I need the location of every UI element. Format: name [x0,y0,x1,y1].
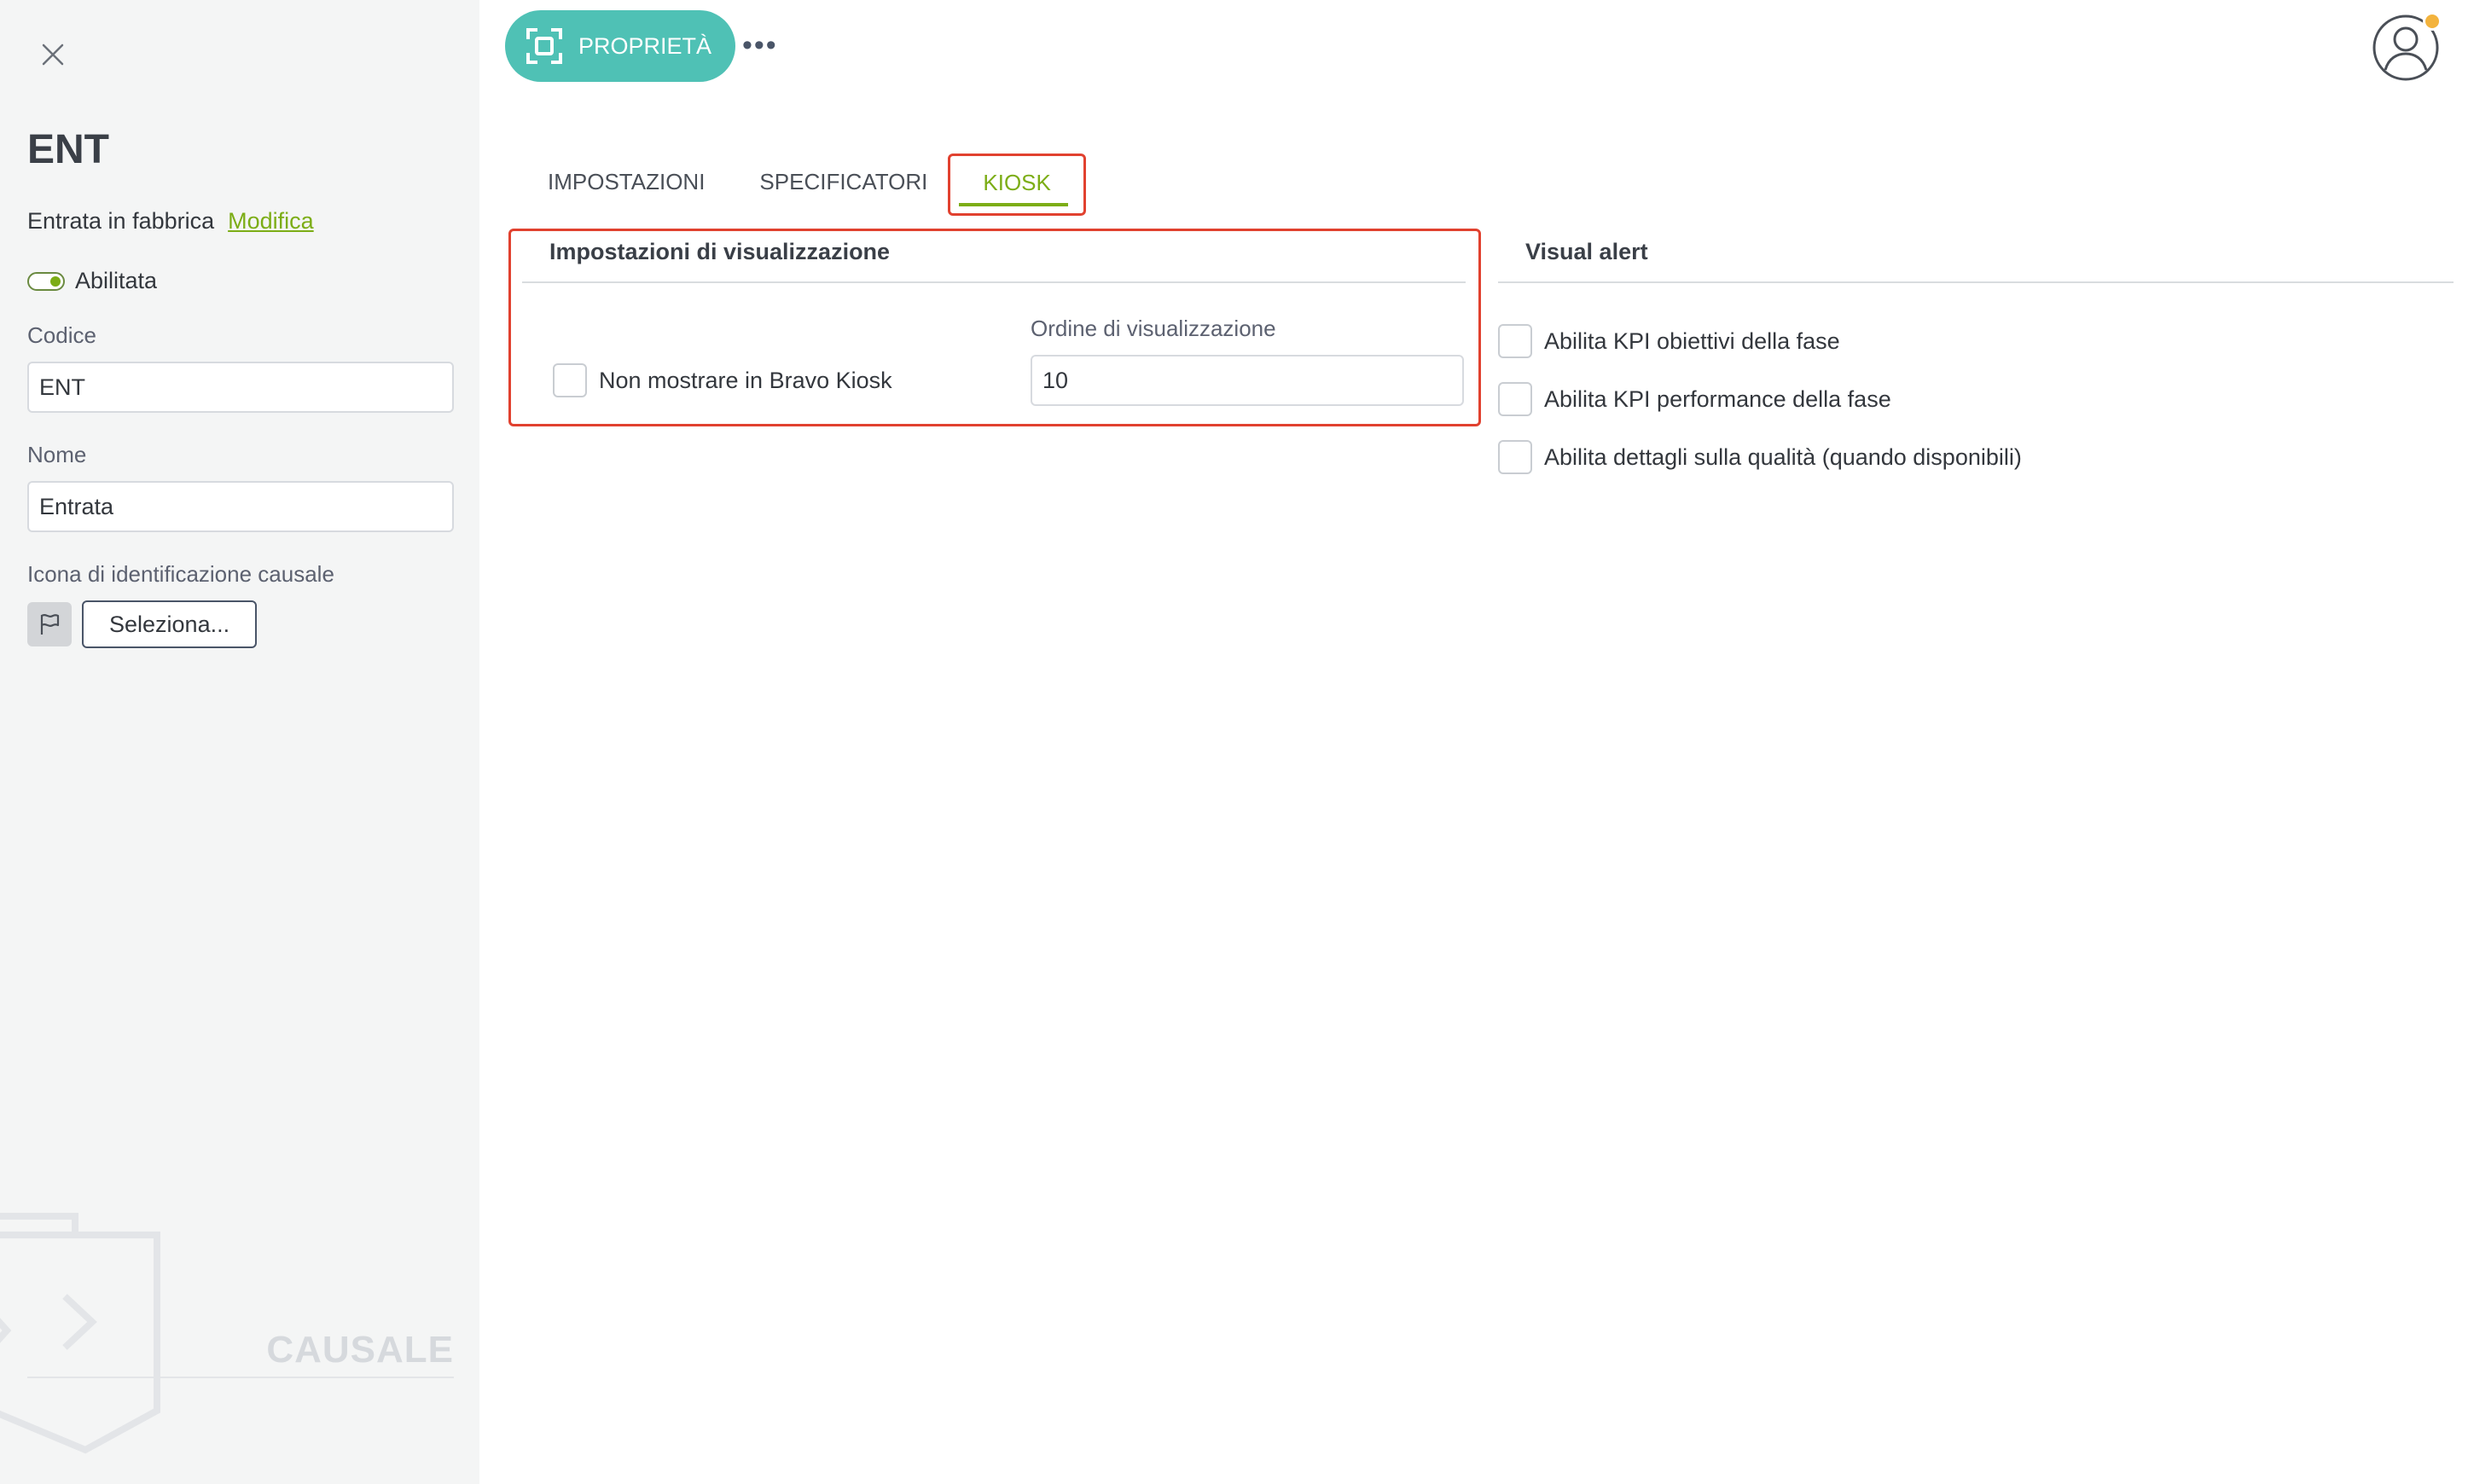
watermark-label: CAUSALE [266,1329,454,1371]
tab-bar: IMPOSTAZIONI SPECIFICATORI KIOSK [529,154,1086,216]
more-options-button[interactable]: ••• [742,31,778,60]
enabled-toggle[interactable] [27,271,65,291]
alert-kpi-performance-label: Abilita KPI performance della fase [1544,385,1891,412]
toggle-knob [50,275,61,287]
alert-quality-details-label: Abilita dettagli sulla qualità (quando d… [1544,443,2022,470]
code-label: Codice [27,322,96,348]
alert-kpi-objectives-checkbox[interactable] [1498,324,1532,358]
focus-frame-icon [526,28,562,64]
display-order-field[interactable] [1031,355,1464,406]
enabled-toggle-label: Abilitata [75,268,158,293]
hide-in-kiosk-row: Non mostrare in Bravo Kiosk [553,363,892,397]
properties-button[interactable]: PROPRIETÀ [505,10,736,82]
enabled-toggle-row: Abilitata [27,268,157,294]
icon-label: Icona di identificazione causale [27,561,334,587]
close-button[interactable] [32,34,73,75]
tab-kiosk[interactable]: KIOSK [948,154,1086,216]
edit-link[interactable]: Modifica [228,208,314,235]
flag-icon-preview [27,602,72,646]
clipboard-watermark-icon [0,1213,160,1454]
alert-kpi-objectives-label: Abilita KPI obiettivi della fase [1544,328,1840,354]
close-icon [42,43,64,66]
alert-quality-details-row: Abilita dettagli sulla qualità (quando d… [1498,440,2022,474]
sidebar: ENT Entrata in fabbrica Modifica Abilita… [0,0,479,1484]
alert-kpi-objectives-row: Abilita KPI obiettivi della fase [1498,324,1840,358]
page-title: ENT [27,127,109,172]
hide-in-kiosk-checkbox[interactable] [553,363,587,397]
name-label: Nome [27,442,87,467]
subtitle: Entrata in fabbrica Modifica [27,208,314,235]
notification-badge [2423,12,2442,31]
code-field[interactable] [27,362,454,413]
icon-selector: Seleziona... [27,600,258,648]
alert-quality-details-checkbox[interactable] [1498,440,1532,474]
alert-kpi-performance-checkbox[interactable] [1498,382,1532,416]
flag-icon [40,614,60,635]
name-field[interactable] [27,481,454,532]
display-settings-divider [522,281,1466,283]
display-settings-title: Impostazioni di visualizzazione [549,239,891,264]
tab-impostazioni[interactable]: IMPOSTAZIONI [529,154,723,211]
tab-specificatori[interactable]: SPECIFICATORI [740,154,946,211]
properties-label: PROPRIETÀ [578,32,712,59]
visual-alert-title: Visual alert [1525,239,1648,264]
select-icon-button[interactable]: Seleziona... [82,600,258,648]
hide-in-kiosk-label: Non mostrare in Bravo Kiosk [599,367,892,393]
alert-kpi-performance-row: Abilita KPI performance della fase [1498,382,1891,416]
visual-alert-divider [1498,281,2454,283]
watermark-divider [27,1377,454,1378]
display-order-label: Ordine di visualizzazione [1031,316,1276,341]
subtitle-text: Entrata in fabbrica [27,208,215,234]
